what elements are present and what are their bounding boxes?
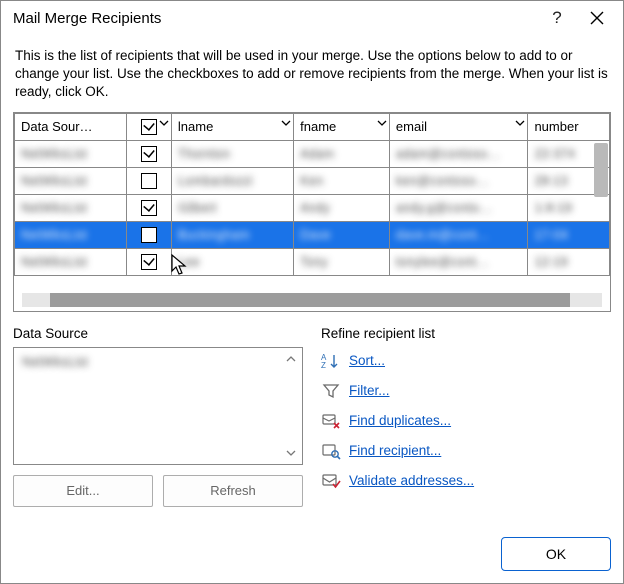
grid-header-row: Data Sour… lname fname email — [15, 113, 610, 140]
spin-up-icon[interactable] — [282, 350, 300, 368]
col-header-email[interactable]: email — [389, 113, 528, 140]
table-row[interactable]: NetWksListThorntonAdamadam@contoso…22-37… — [15, 140, 610, 167]
find-recipient-icon — [321, 442, 341, 460]
chevron-down-icon[interactable] — [159, 118, 169, 128]
close-button[interactable] — [577, 4, 617, 32]
chevron-down-icon[interactable] — [281, 118, 291, 128]
refine-label: Refine recipient list — [321, 326, 611, 341]
row-checkbox[interactable] — [141, 200, 157, 216]
list-spinner — [282, 350, 300, 462]
validate-addresses-link[interactable]: Validate addresses... — [349, 473, 474, 488]
filter-link[interactable]: Filter... — [349, 383, 390, 398]
col-header-fname[interactable]: fname — [294, 113, 390, 140]
recipients-grid[interactable]: Data Sour… lname fname email — [13, 112, 611, 312]
svg-text:Z: Z — [321, 361, 326, 370]
help-button[interactable]: ? — [537, 4, 577, 32]
validate-addresses-icon — [321, 472, 341, 490]
col-header-data-source[interactable]: Data Sour… — [15, 113, 127, 140]
mail-merge-recipients-dialog: { "title": "Mail Merge Recipients", "ins… — [0, 0, 624, 584]
edit-button[interactable]: Edit... — [13, 475, 153, 507]
chevron-down-icon[interactable] — [515, 118, 525, 128]
select-all-checkbox[interactable] — [141, 119, 157, 135]
spin-down-icon[interactable] — [282, 444, 300, 462]
refresh-button[interactable]: Refresh — [163, 475, 303, 507]
instructions-text: This is the list of recipients that will… — [15, 47, 609, 102]
filter-icon — [321, 382, 341, 400]
dialog-footer: OK — [1, 531, 623, 583]
sort-link[interactable]: Sort... — [349, 353, 385, 368]
vertical-scrollbar[interactable] — [594, 143, 608, 197]
refine-panel: Refine recipient list AZ Sort... Filter.… — [321, 326, 611, 507]
col-header-select-all[interactable] — [127, 113, 172, 140]
col-header-lname[interactable]: lname — [171, 113, 293, 140]
table-row[interactable]: NetWksListBuckinghamDavedave.m@cont…17-0… — [15, 221, 610, 248]
col-header-number[interactable]: number — [528, 113, 610, 140]
find-duplicates-link[interactable]: Find duplicates... — [349, 413, 451, 428]
ok-button[interactable]: OK — [501, 537, 611, 571]
data-source-list[interactable]: NetWksList — [13, 347, 303, 465]
sort-icon: AZ — [321, 352, 341, 370]
table-row[interactable]: NetWksListGilbertAndyandy.g@conto…1-8-19 — [15, 194, 610, 221]
data-source-panel: Data Source NetWksList Edit... Refresh — [13, 326, 303, 507]
table-row[interactable]: NetWksListLombardozziKenken@contoso…28-1… — [15, 167, 610, 194]
row-checkbox[interactable] — [141, 146, 157, 162]
row-checkbox[interactable] — [141, 227, 157, 243]
chevron-down-icon[interactable] — [377, 118, 387, 128]
table-row[interactable]: NetWksListLeeTonytonylee@cont…12-19 — [15, 248, 610, 275]
find-duplicates-icon — [321, 412, 341, 430]
row-checkbox[interactable] — [141, 173, 157, 189]
list-item[interactable]: NetWksList — [14, 348, 302, 375]
find-recipient-link[interactable]: Find recipient... — [349, 443, 441, 458]
title-bar: Mail Merge Recipients ? — [1, 1, 623, 35]
row-checkbox[interactable] — [141, 254, 157, 270]
dialog-title: Mail Merge Recipients — [13, 10, 161, 27]
horizontal-scrollbar[interactable] — [22, 293, 602, 307]
data-source-label: Data Source — [13, 326, 303, 341]
